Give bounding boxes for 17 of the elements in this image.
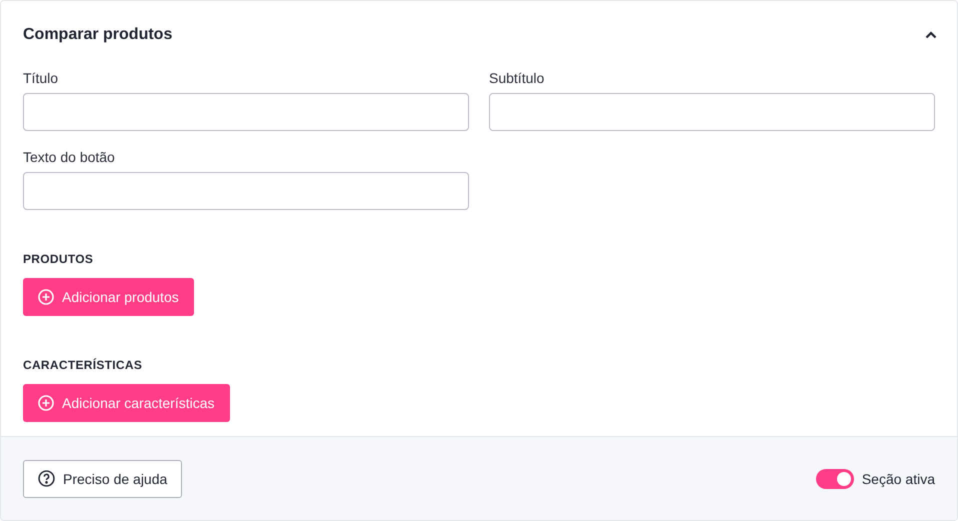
section-title: Comparar produtos bbox=[23, 25, 172, 45]
field-label: Subtítulo bbox=[489, 69, 544, 87]
field-label: Título bbox=[23, 69, 58, 87]
toggle-label: Seção ativa bbox=[862, 470, 935, 486]
add-button[interactable]: Adicionar características bbox=[23, 384, 230, 422]
text-field[interactable] bbox=[23, 93, 469, 131]
section-heading: PRODUTOS bbox=[23, 252, 94, 266]
help-button[interactable]: Preciso de ajuda bbox=[23, 460, 182, 498]
field-label: Texto do botão bbox=[23, 148, 115, 166]
section-heading: CARACTERÍSTICAS bbox=[23, 358, 142, 372]
text-field[interactable] bbox=[489, 93, 935, 131]
toggle-switch[interactable] bbox=[816, 468, 854, 488]
plus-circle-icon bbox=[38, 395, 54, 411]
help-icon bbox=[38, 470, 55, 487]
plus-circle-icon bbox=[38, 289, 54, 305]
add-button[interactable]: Adicionar produtos bbox=[23, 278, 194, 316]
text-field[interactable] bbox=[23, 172, 469, 210]
